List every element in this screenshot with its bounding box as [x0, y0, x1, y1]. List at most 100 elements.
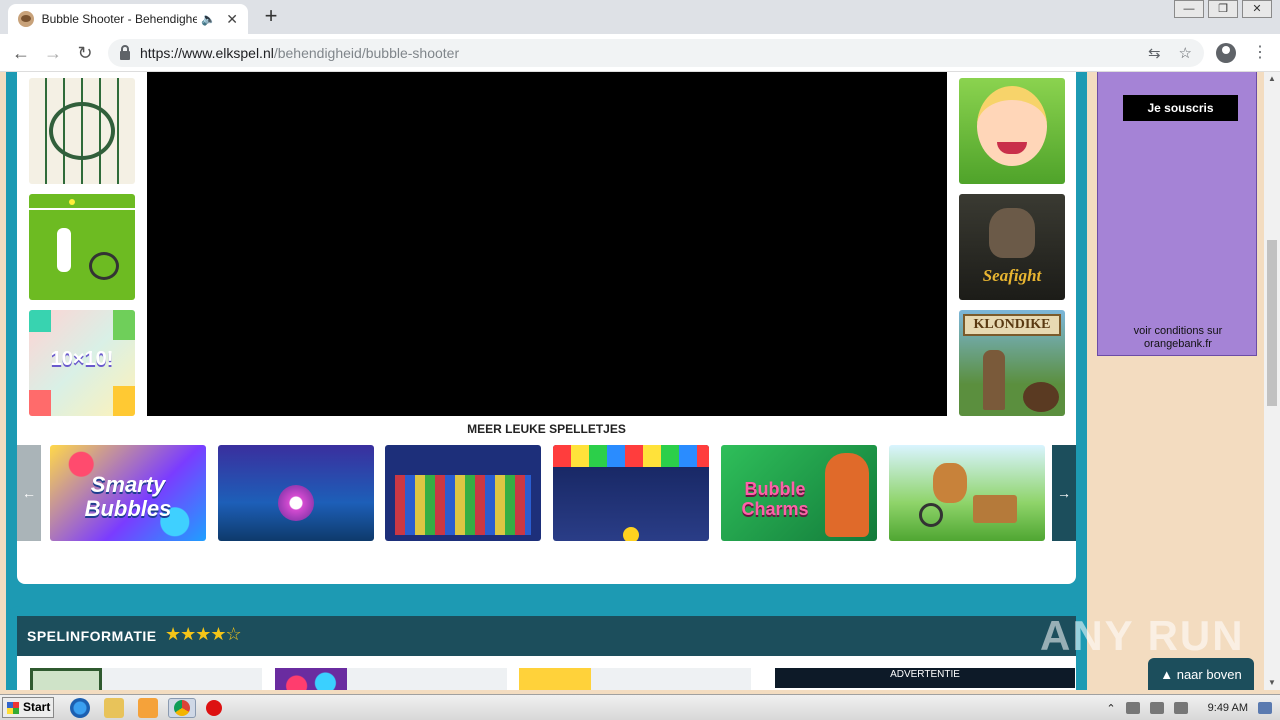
browser-menu-icon[interactable]: ⋮ [1252, 42, 1268, 62]
game-thumb-10x10[interactable]: 10×10! [29, 310, 135, 416]
window-controls: — ❐ ✕ [1170, 0, 1272, 18]
tab-bar: Bubble Shooter - Behendigheid 🔈 ✕ + — ❐ … [0, 0, 1280, 34]
block-tile [29, 390, 51, 416]
carousel-next-button[interactable]: → [1052, 445, 1076, 541]
windows-taskbar: Start ⌃ 9:49 AM [0, 694, 1280, 720]
close-window-button[interactable]: ✕ [1242, 0, 1272, 18]
media-player-icon[interactable] [138, 698, 158, 718]
cat-figure-art [933, 463, 967, 503]
network-icon[interactable] [1125, 702, 1140, 714]
more-games-title: MEER LEUKE SPELLETJES [467, 422, 626, 436]
clock[interactable]: 9:49 AM [1208, 702, 1248, 714]
reload-button[interactable]: ↻ [74, 42, 96, 64]
forward-button[interactable]: → [42, 42, 64, 64]
page-scrollbar[interactable]: ▲ ▼ [1264, 72, 1280, 690]
related-game-card[interactable] [519, 668, 751, 690]
related-game-card[interactable] [30, 668, 262, 690]
block-tile [29, 310, 51, 332]
seafight-logo-text: Seafight [982, 266, 1042, 285]
ad-subscribe-button[interactable]: Je souscris [1123, 95, 1238, 121]
mahjong-thumb-art [49, 102, 115, 160]
lock-icon [120, 44, 130, 60]
ad-note-line: voir conditions sur [1133, 325, 1223, 337]
ad-conditions-note: voir conditions sur orangebank.fr [1098, 325, 1258, 351]
game-canvas[interactable] [147, 72, 947, 416]
system-tray: ⌃ 9:49 AM [1106, 695, 1280, 720]
pirate-figure-art [989, 208, 1035, 258]
tennis-player-figure [57, 228, 71, 272]
tray-expand-icon[interactable]: ⌃ [1106, 702, 1115, 715]
opera-icon[interactable] [206, 700, 222, 716]
browser-tab[interactable]: Bubble Shooter - Behendigheid 🔈 ✕ [8, 4, 248, 34]
internet-explorer-icon[interactable] [70, 698, 90, 718]
start-button[interactable]: Start [2, 697, 54, 718]
scrollbar-thumb[interactable] [1267, 240, 1277, 406]
bike-wheel-art [919, 503, 943, 527]
rating-stars-icon[interactable]: ★★★★☆ [165, 624, 242, 645]
carousel-game-bubble-columns[interactable] [385, 445, 541, 541]
tennis-racket-icon [89, 252, 119, 280]
klondike-logo-text: KLONDIKE [963, 314, 1061, 336]
carousel-game-bubble-shooter-space[interactable] [218, 445, 374, 541]
back-to-top-button[interactable]: ▲ naar boven [1148, 658, 1254, 690]
speaker-icon[interactable]: 🔈 [201, 12, 216, 26]
translate-icon[interactable]: ⇆ [1148, 44, 1161, 62]
game-info-panel: SPELINFORMATIE ★★★★☆ ADVERTENTIE [6, 606, 1087, 690]
related-game-thumb [519, 668, 591, 690]
page-viewport: 10×10! Seafight KLONDIKE MEER LEUKE SPEL… [0, 72, 1264, 690]
game-info-body: ADVERTENTIE [17, 656, 1076, 690]
block-tile [113, 310, 135, 340]
restore-button[interactable]: ❐ [1208, 0, 1238, 18]
carousel-game-smarty-bubbles[interactable]: Smarty Bubbles [50, 445, 206, 541]
carousel-game-bubble-charms[interactable]: Bubble Charms [721, 445, 877, 541]
tennis-ball-icon [69, 199, 75, 205]
game-thumb-klondike[interactable]: KLONDIKE [959, 310, 1065, 416]
action-center-flag-icon[interactable] [1173, 702, 1188, 714]
close-tab-icon[interactable]: ✕ [226, 11, 238, 28]
sidebar-advertisement[interactable]: Je souscris voir conditions sur orangeba… [1097, 72, 1257, 356]
miner-figure-art [983, 350, 1005, 410]
game-thumb-mahjong[interactable] [29, 78, 135, 184]
game-thumb-seafight[interactable]: Seafight [959, 194, 1065, 300]
bubble-row-art [553, 445, 709, 467]
chrome-taskbar-button[interactable] [168, 698, 196, 718]
back-button[interactable]: ← [10, 42, 32, 64]
block-tile [113, 386, 135, 416]
shooter-bubble-art [623, 527, 639, 541]
game-info-title: SPELINFORMATIE [27, 628, 157, 644]
address-toolbar: ← → ↻ https://www.elkspel.nl/behendighei… [0, 34, 1280, 72]
carousel-prev-button[interactable]: ← [17, 445, 41, 541]
bubble-cannon-art [278, 485, 314, 521]
leprechaun-figure-art [825, 453, 869, 537]
new-tab-button[interactable]: + [258, 4, 284, 30]
volume-icon[interactable] [1149, 702, 1164, 714]
url-bar[interactable]: https://www.elkspel.nl/behendigheid/bubb… [108, 39, 1204, 67]
carousel-game-bubble-classic[interactable] [553, 445, 709, 541]
game-info-header: SPELINFORMATIE ★★★★☆ [17, 616, 1076, 656]
10x10-logo-text: 10×10! [50, 348, 114, 370]
chrome-icon [174, 700, 190, 716]
tennis-court-line [29, 208, 135, 210]
scroll-up-arrow-icon[interactable]: ▲ [1264, 72, 1280, 86]
anyrun-watermark: ANY RUN [1040, 612, 1245, 659]
baby-face-art [977, 86, 1047, 166]
show-desktop-icon[interactable] [1258, 702, 1272, 714]
related-game-thumb [30, 668, 102, 690]
bookmark-star-icon[interactable]: ☆ [1179, 44, 1192, 62]
scroll-down-arrow-icon[interactable]: ▼ [1264, 676, 1280, 690]
bubble-charms-logo-text: Bubble Charms [741, 479, 809, 519]
game-thumb-baby-hazel[interactable] [959, 78, 1065, 184]
minimize-button[interactable]: — [1174, 0, 1204, 18]
carousel-game-cat-bike[interactable] [889, 445, 1045, 541]
file-explorer-icon[interactable] [104, 698, 124, 718]
game-area: 10×10! Seafight KLONDIKE MEER LEUKE SPEL… [17, 72, 1076, 584]
related-game-card[interactable] [275, 668, 507, 690]
site-favicon-icon [18, 11, 34, 27]
game-panel: 10×10! Seafight KLONDIKE MEER LEUKE SPEL… [6, 72, 1087, 662]
profile-avatar-icon[interactable] [1216, 43, 1236, 63]
related-game-thumb [275, 668, 347, 690]
windows-logo-icon [7, 702, 19, 714]
bear-figure-art [1023, 382, 1059, 412]
game-thumb-tennis[interactable] [29, 194, 135, 300]
advertisement-label: ADVERTENTIE [775, 668, 1075, 688]
